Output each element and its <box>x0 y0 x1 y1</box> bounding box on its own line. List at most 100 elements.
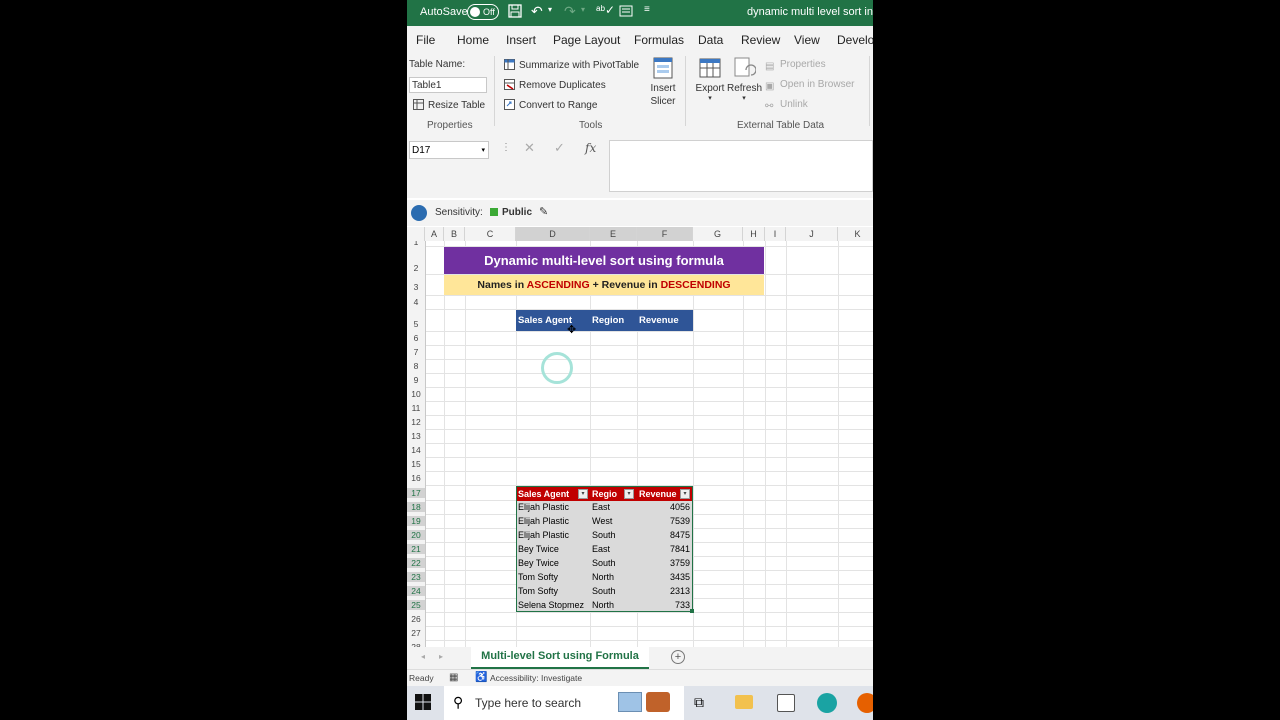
autosave-toggle[interactable]: Off <box>467 4 499 20</box>
row-header[interactable]: 3 <box>407 282 425 292</box>
more-options-icon[interactable]: ⋮ <box>501 142 511 153</box>
table-cell[interactable]: Elijah Plastic <box>518 502 590 512</box>
summarize-pivottable-button[interactable]: Summarize with PivotTable <box>504 59 639 71</box>
column-header[interactable]: A <box>425 227 444 241</box>
row-header[interactable]: 26 <box>407 614 425 624</box>
row-header[interactable]: 18 <box>407 502 425 512</box>
column-header[interactable]: I <box>765 227 786 241</box>
row-header[interactable]: 16 <box>407 473 425 483</box>
prev-sheet-icon[interactable]: ◂ <box>421 652 425 661</box>
firefox-icon[interactable] <box>857 693 873 713</box>
row-header[interactable]: 17 <box>407 488 425 498</box>
row-header[interactable]: 21 <box>407 544 425 554</box>
row-header[interactable]: 24 <box>407 586 425 596</box>
store-icon[interactable] <box>777 694 795 712</box>
result-header-cell[interactable]: Revenue <box>639 310 693 331</box>
row-header[interactable]: 14 <box>407 445 425 455</box>
sensitivity-value[interactable]: Public <box>502 207 532 218</box>
form-icon[interactable] <box>619 5 633 20</box>
customize-toolbar-icon[interactable]: ≡ <box>644 4 650 15</box>
properties-button[interactable]: ▤ Properties <box>765 59 826 72</box>
row-header[interactable]: 5 <box>407 319 425 329</box>
row-header[interactable]: 9 <box>407 375 425 385</box>
table-cell[interactable]: East <box>592 502 636 512</box>
table-cell[interactable]: Tom Softy <box>518 586 590 596</box>
windows-start-icon[interactable] <box>415 694 431 715</box>
remove-duplicates-button[interactable]: Remove Duplicates <box>504 79 606 91</box>
tab-page-layout[interactable]: Page Layout <box>553 33 620 47</box>
insert-slicer-button[interactable]: Insert Slicer <box>647 56 679 107</box>
edge-icon[interactable] <box>817 693 837 713</box>
row-header[interactable]: 22 <box>407 558 425 568</box>
table-cell[interactable]: South <box>592 558 636 568</box>
row-header[interactable]: 27 <box>407 628 425 638</box>
column-header[interactable]: D <box>516 227 590 241</box>
filter-dropdown-icon[interactable]: ▾ <box>578 489 588 499</box>
taskbar-search-box[interactable]: ⚲ Type here to search <box>444 686 684 720</box>
column-header[interactable]: C <box>465 227 516 241</box>
save-icon[interactable] <box>508 4 522 21</box>
table-header-cell[interactable]: Sales Agent <box>518 487 578 501</box>
next-sheet-icon[interactable]: ▸ <box>439 652 443 661</box>
row-header[interactable]: 20 <box>407 530 425 540</box>
table-cell[interactable]: 7841 <box>639 544 690 554</box>
row-header[interactable]: 25 <box>407 600 425 610</box>
table-cell[interactable]: 3759 <box>639 558 690 568</box>
table-cell[interactable]: Elijah Plastic <box>518 516 590 526</box>
briefcase-widget-icon[interactable] <box>646 692 670 712</box>
file-explorer-icon[interactable] <box>735 695 753 709</box>
table-cell[interactable]: 7539 <box>639 516 690 526</box>
row-header[interactable]: 13 <box>407 431 425 441</box>
column-header[interactable]: F <box>637 227 693 241</box>
table-cell[interactable]: Elijah Plastic <box>518 530 590 540</box>
column-header[interactable]: J <box>786 227 838 241</box>
table-cell[interactable]: Selena Stopmez <box>518 600 590 610</box>
table-cell[interactable]: 733 <box>639 600 690 610</box>
table-name-input[interactable]: Table1 <box>409 77 487 93</box>
redo-dropdown-icon[interactable]: ▾ <box>581 5 585 14</box>
table-cell[interactable]: North <box>592 600 636 610</box>
table-cell[interactable]: Tom Softy <box>518 572 590 582</box>
row-header[interactable]: 7 <box>407 347 425 357</box>
row-header[interactable]: 12 <box>407 417 425 427</box>
formula-input[interactable] <box>609 140 873 192</box>
table-cell[interactable]: East <box>592 544 636 554</box>
worksheet-grid[interactable]: Dynamic multi-level sort using formula N… <box>426 241 873 647</box>
unlink-button[interactable]: ⚯ Unlink <box>765 99 808 112</box>
undo-dropdown-icon[interactable]: ▾ <box>548 5 552 14</box>
table-cell[interactable]: 8475 <box>639 530 690 540</box>
sheet-tab-active[interactable]: Multi-level Sort using Formula <box>471 647 649 669</box>
macro-record-icon[interactable]: ▦ <box>449 672 458 683</box>
redo-icon[interactable]: ↷ <box>564 3 576 20</box>
row-header[interactable]: 1 <box>407 241 425 247</box>
table-cell[interactable]: Bey Twice <box>518 544 590 554</box>
tab-review[interactable]: Review <box>741 33 780 47</box>
sensitivity-icon[interactable] <box>411 205 427 221</box>
column-header[interactable]: K <box>838 227 873 241</box>
table-header-cell[interactable]: Regio <box>592 487 622 501</box>
table-cell[interactable]: 3435 <box>639 572 690 582</box>
cancel-icon[interactable]: ✕ <box>524 140 535 156</box>
row-header[interactable]: 2 <box>407 263 425 273</box>
filter-dropdown-icon[interactable]: ▾ <box>624 489 634 499</box>
row-header[interactable]: 8 <box>407 361 425 371</box>
pencil-icon[interactable]: ✎ <box>539 205 548 218</box>
table-cell[interactable]: 4056 <box>639 502 690 512</box>
column-header[interactable]: E <box>590 227 637 241</box>
row-header[interactable]: 19 <box>407 516 425 526</box>
column-header[interactable]: H <box>743 227 765 241</box>
tab-insert[interactable]: Insert <box>506 33 536 47</box>
table-cell[interactable]: West <box>592 516 636 526</box>
row-header[interactable]: 10 <box>407 389 425 399</box>
table-cell[interactable]: Bey Twice <box>518 558 590 568</box>
column-header[interactable]: B <box>444 227 465 241</box>
convert-to-range-button[interactable]: Convert to Range <box>504 99 597 111</box>
column-header[interactable]: G <box>693 227 743 241</box>
tab-formulas[interactable]: Formulas <box>634 33 684 47</box>
refresh-button[interactable]: Refresh ▾ <box>727 56 762 102</box>
table-header-cell[interactable]: Revenue <box>639 487 679 501</box>
table-cell[interactable]: South <box>592 586 636 596</box>
table-cell[interactable]: South <box>592 530 636 540</box>
row-header[interactable]: 23 <box>407 572 425 582</box>
tab-developer[interactable]: Develo <box>837 33 873 47</box>
